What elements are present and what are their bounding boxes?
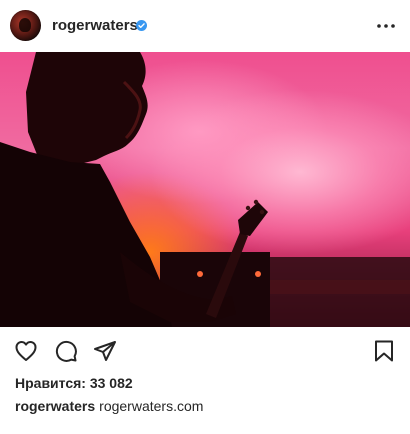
likes-count[interactable]: Нравится: 33 082 (15, 375, 133, 391)
caption-username[interactable]: rogerwaters (15, 398, 95, 414)
share-icon[interactable] (93, 339, 117, 363)
avatar[interactable] (10, 10, 41, 41)
verified-badge-icon (136, 20, 147, 31)
username[interactable]: rogerwaters (52, 17, 138, 34)
bookmark-icon[interactable] (372, 339, 396, 363)
caption: rogerwaters rogerwaters.com (15, 398, 203, 414)
post-header: rogerwaters (0, 0, 410, 52)
post-photo[interactable] (0, 52, 410, 327)
comment-icon[interactable] (54, 339, 78, 363)
caption-text: rogerwaters.com (99, 398, 204, 414)
performer-silhouette (0, 52, 410, 327)
heart-icon[interactable] (14, 339, 38, 363)
more-options-icon[interactable] (376, 16, 396, 36)
